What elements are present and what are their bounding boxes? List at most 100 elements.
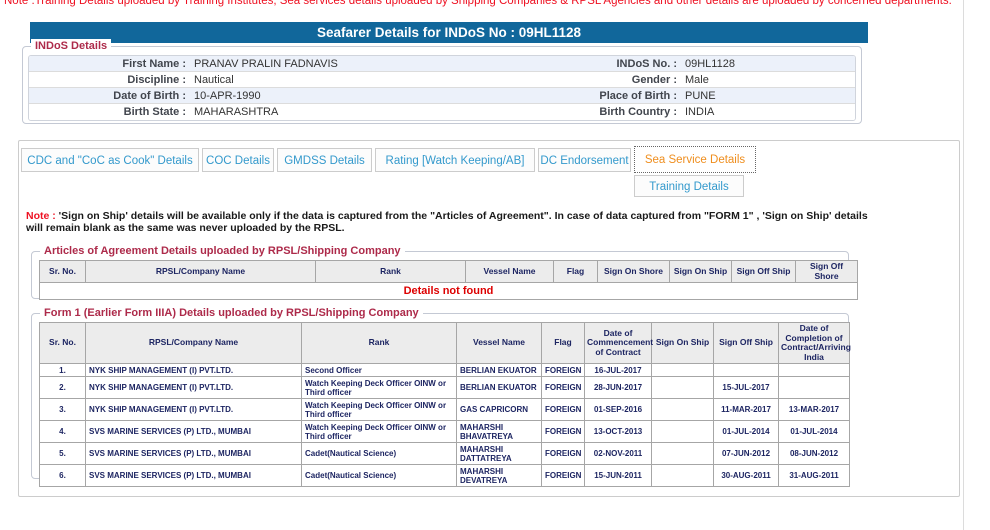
form1-header-row: Sr. No. RPSL/Company Name Rank Vessel Na… — [40, 323, 850, 364]
field-label-place-of-birth: Place of Birth : — [535, 88, 685, 103]
col-company: RPSL/Company Name — [86, 323, 302, 364]
col-sign-off-ship: Sign Off Ship — [732, 261, 796, 283]
indos-row: Birth State : MAHARASHTRA Birth Country … — [29, 104, 855, 120]
articles-table-wrap: Sr. No. RPSL/Company Name Rank Vessel Na… — [39, 260, 847, 300]
tab-rating-watchkeeping[interactable]: Rating [Watch Keeping/AB] — [375, 148, 535, 172]
cell-rank: Watch Keeping Deck Officer OINW or Third… — [302, 377, 457, 399]
cell-sr: 3. — [40, 399, 86, 421]
cell-commencement: 13-OCT-2013 — [585, 421, 652, 443]
field-value-discipline: Nautical — [194, 72, 535, 87]
form1-table: Sr. No. RPSL/Company Name Rank Vessel Na… — [39, 322, 850, 487]
cell-completion — [779, 364, 850, 377]
cell-flag: FOREIGN — [542, 465, 585, 487]
indos-row: Date of Birth : 10-APR-1990 Place of Bir… — [29, 88, 855, 104]
col-commencement: Date of Commencement of Contract — [585, 323, 652, 364]
articles-legend: Articles of Agreement Details uploaded b… — [40, 244, 405, 258]
cell-vessel: MAHARSHI BHAVATREYA — [457, 421, 542, 443]
form1-legend: Form 1 (Earlier Form IIIA) Details uploa… — [40, 306, 423, 320]
cell-rank: Watch Keeping Deck Officer OINW or Third… — [302, 421, 457, 443]
table-row: 6. SVS MARINE SERVICES (P) LTD., MUMBAI … — [40, 465, 850, 487]
field-label-birth-state: Birth State : — [29, 104, 194, 120]
cell-completion: 31-AUG-2011 — [779, 465, 850, 487]
cell-company: NYK SHIP MANAGEMENT (I) PVT.LTD. — [86, 377, 302, 399]
cell-sr: 1. — [40, 364, 86, 377]
page-right-edge-divider — [963, 0, 964, 530]
col-rank: Rank — [302, 323, 457, 364]
col-sign-off-shore: Sign Off Shore — [796, 261, 858, 283]
table-row: 4. SVS MARINE SERVICES (P) LTD., MUMBAI … — [40, 421, 850, 443]
tab-dc-endorsement[interactable]: DC Endorsement — [538, 148, 631, 172]
col-sign-on-ship: Sign On Ship — [670, 261, 732, 283]
cell-rank: Cadet(Nautical Science) — [302, 465, 457, 487]
field-value-birth-country: INDIA — [685, 104, 855, 120]
cell-sign-off-ship: 11-MAR-2017 — [714, 399, 779, 421]
cell-flag: FOREIGN — [542, 399, 585, 421]
indos-details-legend: INDoS Details — [31, 39, 111, 53]
articles-header-row: Sr. No. RPSL/Company Name Rank Vessel Na… — [40, 261, 858, 283]
tab-gmdss[interactable]: GMDSS Details — [277, 148, 372, 172]
indos-details-fieldset: INDoS Details First Name : PRANAV PRALIN… — [22, 46, 862, 124]
col-flag: Flag — [554, 261, 598, 283]
field-value-place-of-birth: PUNE — [685, 88, 855, 103]
cell-flag: FOREIGN — [542, 421, 585, 443]
cell-company: NYK SHIP MANAGEMENT (I) PVT.LTD. — [86, 364, 302, 377]
cell-sign-on-ship — [652, 399, 714, 421]
top-disclaimer-note: Note :Training Details uploaded by Train… — [4, 0, 988, 7]
cell-sign-off-ship: 07-JUN-2012 — [714, 443, 779, 465]
cell-company: SVS MARINE SERVICES (P) LTD., MUMBAI — [86, 465, 302, 487]
page-title: Seafarer Details for INDoS No : 09HL1128 — [30, 22, 868, 43]
cell-rank: Cadet(Nautical Science) — [302, 443, 457, 465]
cell-commencement: 16-JUL-2017 — [585, 364, 652, 377]
table-row: 2. NYK SHIP MANAGEMENT (I) PVT.LTD. Watc… — [40, 377, 850, 399]
cell-company: NYK SHIP MANAGEMENT (I) PVT.LTD. — [86, 399, 302, 421]
col-sign-off-ship: Sign Off Ship — [714, 323, 779, 364]
col-vessel: Vessel Name — [466, 261, 554, 283]
cell-flag: FOREIGN — [542, 443, 585, 465]
tab-sea-service[interactable]: Sea Service Details — [634, 146, 756, 173]
cell-sr: 4. — [40, 421, 86, 443]
cell-flag: FOREIGN — [542, 364, 585, 377]
form1-details-fieldset: Form 1 (Earlier Form IIIA) Details uploa… — [31, 313, 849, 479]
cell-sign-on-ship — [652, 377, 714, 399]
col-completion: Date of Completion of Contract/Arriving … — [779, 323, 850, 364]
table-row: 5. SVS MARINE SERVICES (P) LTD., MUMBAI … — [40, 443, 850, 465]
cell-commencement: 01-SEP-2016 — [585, 399, 652, 421]
details-not-found-message: Details not found — [40, 283, 858, 300]
articles-empty-row: Details not found — [40, 283, 858, 300]
cell-sign-on-ship — [652, 465, 714, 487]
field-value-first-name: PRANAV PRALIN FADNAVIS — [194, 56, 535, 71]
field-label-date-of-birth: Date of Birth : — [29, 88, 194, 103]
cell-completion: 01-JUL-2014 — [779, 421, 850, 443]
cell-sign-off-ship — [714, 364, 779, 377]
articles-table: Sr. No. RPSL/Company Name Rank Vessel Na… — [39, 260, 858, 300]
tab-cdc-coc-cook[interactable]: CDC and "CoC as Cook" Details — [21, 148, 199, 172]
cell-sign-on-ship — [652, 443, 714, 465]
tab-coc[interactable]: COC Details — [202, 148, 274, 172]
cell-rank: Second Officer — [302, 364, 457, 377]
cell-commencement: 02-NOV-2011 — [585, 443, 652, 465]
field-label-indos-no: INDoS No. : — [535, 56, 685, 71]
col-company: RPSL/Company Name — [86, 261, 316, 283]
cell-commencement: 15-JUN-2011 — [585, 465, 652, 487]
cell-sign-on-ship — [652, 364, 714, 377]
field-label-gender: Gender : — [535, 72, 685, 87]
cell-company: SVS MARINE SERVICES (P) LTD., MUMBAI — [86, 443, 302, 465]
col-rank: Rank — [316, 261, 466, 283]
cell-sign-off-ship: 30-AUG-2011 — [714, 465, 779, 487]
articles-of-agreement-fieldset: Articles of Agreement Details uploaded b… — [31, 251, 849, 299]
cell-completion: 13-MAR-2017 — [779, 399, 850, 421]
table-row: 1. NYK SHIP MANAGEMENT (I) PVT.LTD. Seco… — [40, 364, 850, 377]
field-value-birth-state: MAHARASHTRA — [194, 104, 535, 120]
col-sign-on-shore: Sign On Shore — [598, 261, 670, 283]
table-row: 3. NYK SHIP MANAGEMENT (I) PVT.LTD. Watc… — [40, 399, 850, 421]
field-label-birth-country: Birth Country : — [535, 104, 685, 120]
cell-rank: Watch Keeping Deck Officer OINW or Third… — [302, 399, 457, 421]
cell-vessel: GAS CAPRICORN — [457, 399, 542, 421]
cell-sr: 6. — [40, 465, 86, 487]
cell-sign-on-ship — [652, 421, 714, 443]
cell-vessel: MAHARSHI DATTATREYA — [457, 443, 542, 465]
cell-sr: 2. — [40, 377, 86, 399]
tab-training[interactable]: Training Details — [634, 175, 744, 197]
cell-sign-off-ship: 15-JUL-2017 — [714, 377, 779, 399]
col-sr-no: Sr. No. — [40, 261, 86, 283]
